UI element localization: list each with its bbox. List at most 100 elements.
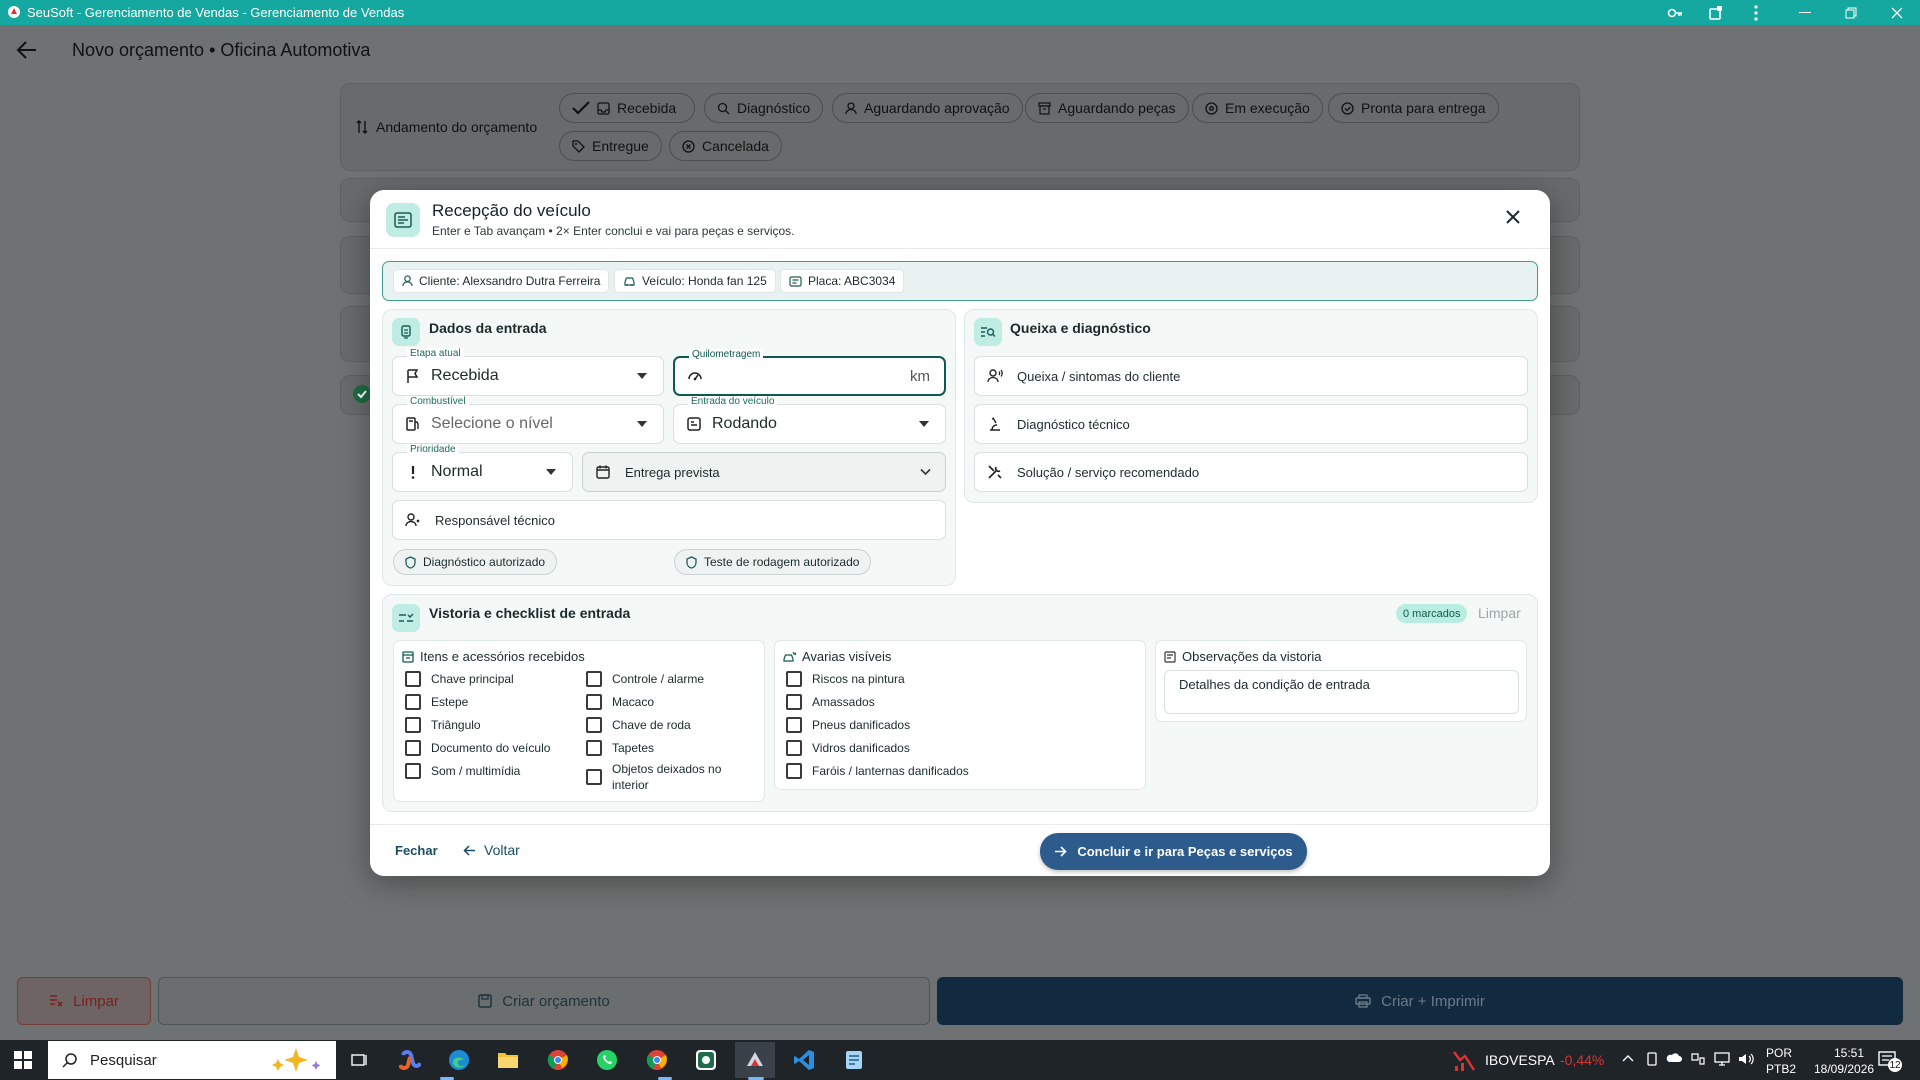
notepad-icon[interactable] <box>834 1042 874 1078</box>
tray-chevron-up-icon[interactable] <box>1622 1054 1634 1062</box>
tools-icon <box>988 465 1002 479</box>
solution-input[interactable]: Solução / serviço recomendado <box>974 452 1528 492</box>
network-icon[interactable] <box>1714 1052 1730 1066</box>
vehicle-entry-value: Rodando <box>712 415 777 432</box>
input-language[interactable]: POR PTB2 <box>1766 1045 1796 1077</box>
key-icon[interactable] <box>1652 0 1698 25</box>
dialog-subtitle: Enter e Tab avançam • 2× Enter conclui e… <box>432 224 795 238</box>
stage-chip-aguardando-aprovacao[interactable]: Aguardando aprovação <box>832 93 1023 123</box>
road-test-authorized-toggle[interactable]: Teste de rodagem autorizado <box>674 549 872 575</box>
footer-divider <box>370 824 1550 825</box>
volume-icon[interactable] <box>1738 1052 1754 1066</box>
dialog-close-icon[interactable] <box>1505 209 1521 225</box>
create-print-button[interactable]: Criar + Imprimir <box>937 977 1903 1025</box>
technical-diagnosis-input[interactable]: Diagnóstico técnico <box>974 404 1528 444</box>
tray-device-icon[interactable] <box>1645 1052 1659 1066</box>
close-dialog-button[interactable]: Fechar <box>395 843 438 858</box>
notes-icon <box>1164 650 1176 663</box>
checkbox-item[interactable]: Estepe <box>405 694 468 710</box>
seusoft-taskbar-icon[interactable] <box>735 1042 775 1078</box>
onedrive-icon[interactable] <box>1666 1052 1682 1064</box>
more-vert-icon[interactable] <box>1733 0 1779 25</box>
checkbox-damage[interactable]: Vidros danificados <box>786 740 910 756</box>
check-icon <box>572 101 590 115</box>
stage-chip-entregue[interactable]: Entregue <box>559 131 662 161</box>
checklist-clear-button[interactable]: Limpar <box>1478 605 1521 621</box>
shield-icon <box>405 555 416 569</box>
checkbox-damage[interactable]: Faróis / lanternas danificados <box>786 763 969 779</box>
dialog-title: Recepção do veículo <box>432 201 591 220</box>
checkbox-item[interactable]: Chave principal <box>405 671 514 687</box>
stage-chip-aguardando-pecas[interactable]: Aguardando peças <box>1025 93 1189 123</box>
app-shortcut-icon[interactable] <box>686 1042 726 1078</box>
chrome-icon[interactable] <box>538 1042 578 1078</box>
close-icon[interactable] <box>1874 0 1920 25</box>
checkbox-damage[interactable]: Pneus danificados <box>786 717 910 733</box>
delivery-date-label: Entrega prevista <box>625 464 720 480</box>
fuel-label: Combustível <box>407 396 469 408</box>
checkbox-item[interactable]: Documento do veículo <box>405 740 550 756</box>
gear-icon <box>1205 101 1218 115</box>
ime-icon[interactable] <box>1690 1052 1706 1066</box>
delivery-date-picker[interactable]: Entrega prevista <box>582 452 946 492</box>
client-chip: Cliente: Alexsandro Dutra Ferreira <box>393 269 610 293</box>
checkbox-item[interactable]: Macaco <box>586 694 654 710</box>
checkbox-item[interactable]: Triângulo <box>405 717 481 733</box>
checkbox-item[interactable]: Controle / alarme <box>586 671 704 687</box>
technical-diagnosis-placeholder: Diagnóstico técnico <box>1017 416 1130 432</box>
stage-chip-pronta-para-entrega[interactable]: Pronta para entrega <box>1328 93 1499 123</box>
odometer-label: Quilometragem <box>689 349 764 361</box>
technician-placeholder: Responsável técnico <box>435 512 555 528</box>
clock[interactable]: 15:51 18/09/2026 <box>1814 1045 1874 1077</box>
back-button[interactable]: Voltar <box>463 842 520 858</box>
copilot-icon[interactable] <box>390 1042 430 1078</box>
back-arrow-icon[interactable] <box>16 40 38 60</box>
vehicle-entry-select[interactable]: Entrada do veículo Rodando <box>673 396 946 444</box>
technician-input[interactable]: Responsável técnico <box>392 500 946 540</box>
odometer-input[interactable]: Quilometragem km <box>673 349 946 396</box>
diagnosis-authorized-toggle[interactable]: Diagnóstico autorizado <box>393 549 558 575</box>
fuel-select[interactable]: Combustível Selecione o nível <box>392 396 664 444</box>
chrome-profile-icon[interactable] <box>637 1042 677 1078</box>
vehicle-entry-label: Entrada do veículo <box>688 396 778 408</box>
task-view-icon[interactable] <box>340 1042 380 1078</box>
checkbox-damage[interactable]: Riscos na pintura <box>786 671 905 687</box>
whatsapp-icon[interactable] <box>587 1042 627 1078</box>
stage-chip-cancelada[interactable]: Cancelada <box>669 131 782 161</box>
chevron-down-icon <box>546 469 556 475</box>
checkbox-item[interactable]: Chave de roda <box>586 717 691 733</box>
sort-icon <box>356 120 368 134</box>
stage-chip-diagnostico[interactable]: Diagnóstico <box>704 93 824 123</box>
stage-select[interactable]: Etapa atual Recebida <box>392 348 664 396</box>
inspection-notes-textarea[interactable]: Detalhes da condição de entrada <box>1164 670 1519 714</box>
checkbox-damage[interactable]: Amassados <box>786 694 875 710</box>
person-voice-icon <box>987 369 1003 383</box>
notification-count: 12 <box>1888 1058 1902 1072</box>
checkbox-item[interactable]: Tapetes <box>586 740 654 756</box>
create-quote-button[interactable]: Criar orçamento <box>158 977 930 1025</box>
box-icon <box>1038 101 1051 115</box>
priority-select[interactable]: Prioridade Normal <box>392 444 573 492</box>
stage-value: Recebida <box>431 367 499 384</box>
symptoms-input[interactable]: Queixa / sintomas do cliente <box>974 356 1528 396</box>
clear-button[interactable]: Limpar <box>17 977 151 1025</box>
person-icon <box>402 275 413 287</box>
minimize-icon[interactable] <box>1782 0 1828 25</box>
taskbar-search[interactable]: Pesquisar <box>48 1041 336 1079</box>
finish-button[interactable]: Concluir e ir para Peças e serviços <box>1040 833 1307 870</box>
page-title: Novo orçamento • Oficina Automotiva <box>72 40 371 60</box>
status-check-icon <box>353 385 371 403</box>
stage-chip-recebida[interactable]: Recebida <box>559 93 695 123</box>
vscode-icon[interactable] <box>784 1042 824 1078</box>
restore-icon[interactable] <box>1828 0 1874 25</box>
checkbox-item[interactable]: Som / multimídia <box>405 763 520 779</box>
edge-icon[interactable] <box>439 1042 479 1078</box>
complaint-title: Queixa e diagnóstico <box>1010 320 1151 336</box>
stage-chip-em-execucao[interactable]: Em execução <box>1192 93 1323 123</box>
checkbox-item[interactable]: Objetos deixados no interior <box>586 761 736 793</box>
file-explorer-icon[interactable] <box>488 1042 528 1078</box>
shield-icon <box>686 555 697 569</box>
notification-icon[interactable]: 12 <box>1878 1050 1902 1072</box>
windows-start-icon[interactable] <box>3 1042 43 1078</box>
badge-icon <box>789 275 802 287</box>
